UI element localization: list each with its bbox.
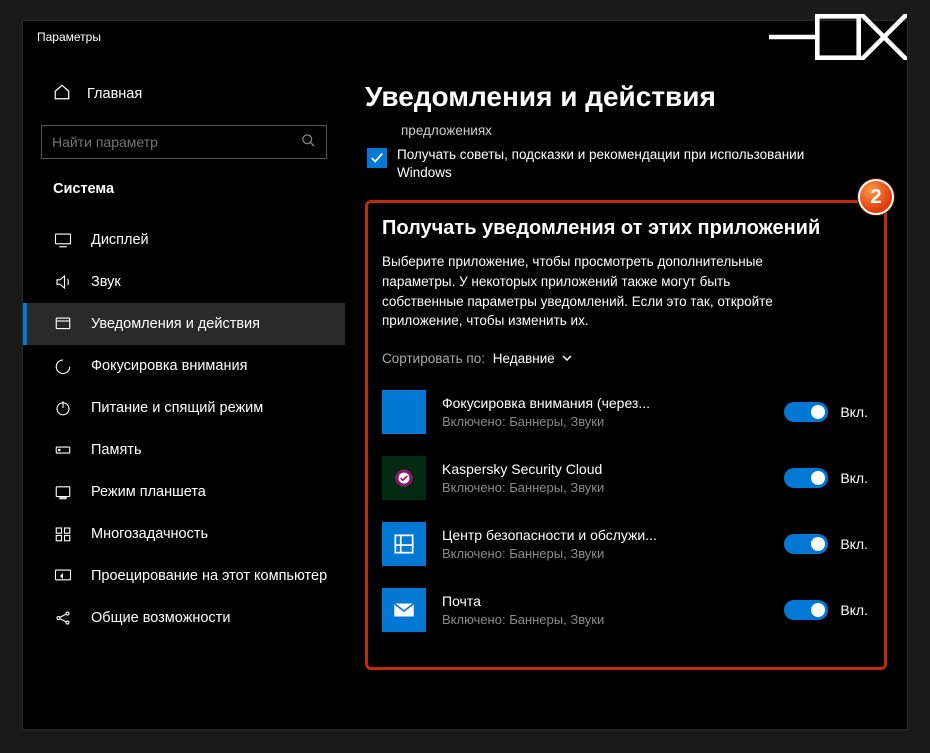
tips-checkbox[interactable]	[367, 148, 387, 168]
maximize-button[interactable]	[815, 21, 861, 53]
category-header: Система	[23, 175, 345, 207]
app-row-focus[interactable]: Фокусировка внимания (через... Включено:…	[382, 380, 868, 446]
app-toggle[interactable]	[784, 402, 828, 422]
sidebar-item-shared[interactable]: Общие возможности	[23, 597, 345, 639]
app-toggle[interactable]	[784, 468, 828, 488]
sidebar-item-label: Фокусировка внимания	[91, 358, 247, 374]
sidebar-item-multitask[interactable]: Многозадачность	[23, 513, 345, 555]
app-icon-mail	[382, 588, 426, 632]
focus-icon	[53, 357, 73, 375]
sidebar: Главная Система Дисплей Звук Уведомления…	[23, 53, 345, 729]
chevron-down-icon	[561, 352, 573, 364]
sidebar-item-label: Проецирование на этот компьютер	[91, 568, 327, 584]
partial-check-text: предложениях	[367, 123, 887, 138]
sidebar-item-display[interactable]: Дисплей	[23, 219, 345, 261]
home-icon	[53, 83, 71, 105]
sort-label: Сортировать по:	[382, 351, 485, 366]
tips-checkbox-row[interactable]: Получать советы, подсказки и рекомендаци…	[367, 146, 827, 182]
settings-window: Параметры Главная	[22, 20, 908, 730]
sidebar-item-power[interactable]: Питание и спящий режим	[23, 387, 345, 429]
sound-icon	[53, 273, 73, 291]
sidebar-item-label: Питание и спящий режим	[91, 400, 263, 416]
app-name: Почта	[442, 593, 772, 609]
sort-row[interactable]: Сортировать по: Недавние	[382, 351, 868, 366]
sidebar-item-label: Режим планшета	[91, 484, 206, 500]
home-link[interactable]: Главная	[23, 73, 345, 115]
sidebar-item-tablet[interactable]: Режим планшета	[23, 471, 345, 513]
sidebar-item-storage[interactable]: Память	[23, 429, 345, 471]
sidebar-item-label: Общие возможности	[91, 610, 230, 626]
app-name: Фокусировка внимания (через...	[442, 395, 772, 411]
app-row-kaspersky[interactable]: Kaspersky Security Cloud Включено: Банне…	[382, 446, 868, 512]
sidebar-item-label: Многозадачность	[91, 526, 208, 542]
app-icon-kaspersky	[382, 456, 426, 500]
search-input[interactable]	[52, 134, 301, 150]
titlebar: Параметры	[23, 21, 907, 53]
app-toggle[interactable]	[784, 600, 828, 620]
search-box[interactable]	[41, 125, 327, 159]
section-title: Получать уведомления от этих приложений	[382, 217, 868, 240]
sidebar-item-label: Звук	[91, 274, 121, 290]
sort-dropdown[interactable]: Недавние	[493, 351, 573, 366]
toggle-state: Вкл.	[840, 536, 868, 552]
toggle-state: Вкл.	[840, 470, 868, 486]
app-name: Kaspersky Security Cloud	[442, 461, 772, 477]
app-icon-focus	[382, 390, 426, 434]
app-subtitle: Включено: Баннеры, Звуки	[442, 480, 772, 495]
tips-checkbox-label: Получать советы, подсказки и рекомендаци…	[397, 146, 827, 182]
multitask-icon	[53, 525, 73, 543]
app-icon-security	[382, 522, 426, 566]
app-row-security-center[interactable]: Центр безопасности и обслужи... Включено…	[382, 512, 868, 578]
page-title: Уведомления и действия	[365, 81, 887, 113]
apps-section: 2 Получать уведомления от этих приложени…	[365, 200, 887, 670]
sidebar-item-notifications[interactable]: Уведомления и действия	[23, 303, 345, 345]
tablet-icon	[53, 483, 73, 501]
sidebar-item-focus[interactable]: Фокусировка внимания	[23, 345, 345, 387]
home-label: Главная	[87, 86, 142, 102]
step-badge: 2	[858, 179, 894, 215]
sidebar-item-project[interactable]: Проецирование на этот компьютер	[23, 555, 345, 597]
shared-icon	[53, 609, 73, 627]
toggle-state: Вкл.	[840, 602, 868, 618]
notifications-icon	[53, 315, 73, 333]
app-name: Центр безопасности и обслужи...	[442, 527, 772, 543]
app-toggle[interactable]	[784, 534, 828, 554]
app-subtitle: Включено: Баннеры, Звуки	[442, 414, 772, 429]
sidebar-item-label: Память	[91, 442, 142, 458]
app-row-mail[interactable]: Почта Включено: Баннеры, Звуки Вкл.	[382, 578, 868, 644]
window-controls	[769, 21, 907, 53]
app-subtitle: Включено: Баннеры, Звуки	[442, 546, 772, 561]
window-title: Параметры	[37, 30, 101, 44]
project-icon	[53, 567, 73, 585]
search-icon	[301, 133, 316, 152]
app-subtitle: Включено: Баннеры, Звуки	[442, 612, 772, 627]
storage-icon	[53, 441, 73, 459]
sidebar-item-label: Уведомления и действия	[91, 316, 260, 332]
minimize-button[interactable]	[769, 21, 815, 53]
section-desc: Выберите приложение, чтобы просмотреть д…	[382, 252, 782, 330]
sort-value: Недавние	[493, 351, 555, 366]
sidebar-item-label: Дисплей	[91, 232, 149, 248]
display-icon	[53, 231, 73, 249]
power-icon	[53, 399, 73, 417]
close-button[interactable]	[861, 21, 907, 53]
sidebar-item-sound[interactable]: Звук	[23, 261, 345, 303]
main-pane: Уведомления и действия предложениях Полу…	[345, 53, 907, 729]
toggle-state: Вкл.	[840, 404, 868, 420]
